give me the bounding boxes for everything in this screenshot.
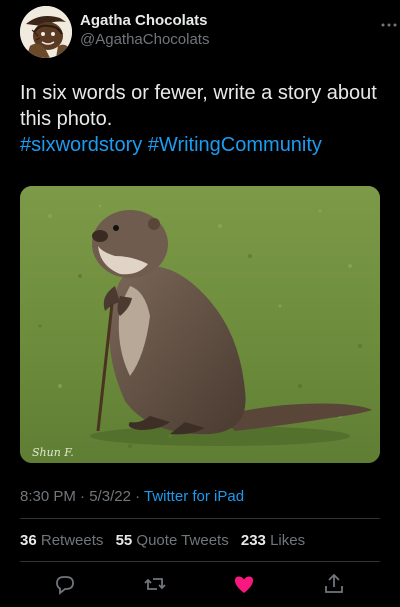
more-horizontal-icon[interactable] [380, 20, 398, 30]
tweet-photo[interactable]: Shun F. [20, 186, 380, 463]
tweet-time[interactable]: 8:30 PM [20, 488, 76, 505]
retweet-icon[interactable] [143, 572, 167, 596]
quotes-label: Quote Tweets [136, 532, 229, 549]
quotes-count: 55 [115, 532, 133, 549]
quotes-stat[interactable]: 55 Quote Tweets [116, 532, 229, 549]
author-name-block[interactable]: Agatha Chocolats @AgathaChocolats [80, 12, 209, 48]
avatar[interactable] [20, 6, 72, 58]
photo-watermark: Shun F. [32, 446, 74, 459]
sketched-bear-avatar-icon [20, 6, 72, 58]
divider [20, 518, 380, 519]
likes-stat[interactable]: 233 Likes [241, 532, 305, 549]
meta-separator: · [80, 488, 86, 505]
likes-count: 233 [240, 532, 266, 549]
handle[interactable]: @AgathaChocolats [80, 31, 209, 48]
reply-icon[interactable] [53, 572, 77, 596]
tweet-text: In six words or fewer, write a story abo… [20, 80, 380, 158]
retweets-stat[interactable]: 36 Retweets [20, 532, 103, 549]
tweet-body: In six words or fewer, write a story abo… [20, 82, 377, 130]
display-name[interactable]: Agatha Chocolats [80, 12, 209, 29]
heart-icon[interactable] [232, 572, 256, 596]
meta-separator: · [135, 488, 141, 505]
tweet-actions [20, 566, 380, 602]
tweet-header: Agatha Chocolats @AgathaChocolats [20, 6, 397, 58]
tweet-meta: 8:30 PM · 5/3/22 · Twitter for iPad [20, 488, 380, 505]
retweets-label: Retweets [40, 532, 104, 549]
tweet-hashtags[interactable]: #sixwordstory #WritingCommunity [20, 134, 322, 156]
tweet-stats: 36 Retweets 55 Quote Tweets 233 Likes [20, 532, 380, 549]
retweets-count: 36 [20, 532, 37, 549]
likes-label: Likes [270, 532, 306, 549]
otter-photo: Shun F. [20, 186, 380, 463]
divider [20, 561, 380, 562]
share-icon[interactable] [322, 572, 346, 596]
tweet-source[interactable]: Twitter for iPad [144, 488, 244, 505]
tweet-date[interactable]: 5/3/22 [89, 488, 131, 505]
